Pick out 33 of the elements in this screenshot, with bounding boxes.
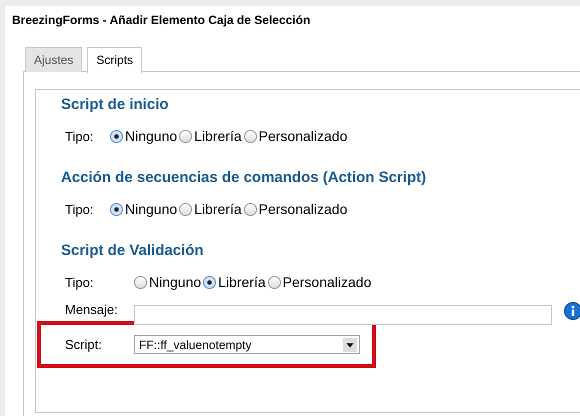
- radio-button[interactable]: [244, 130, 257, 142]
- radio-label[interactable]: Personalizado: [258, 128, 348, 144]
- radio-button[interactable]: [268, 276, 281, 288]
- radio-button[interactable]: [110, 202, 123, 216]
- section-heading: Script de Validación: [61, 242, 205, 260]
- info-icon[interactable]: [564, 302, 580, 320]
- radio-button[interactable]: [244, 202, 257, 216]
- field-label: Mensaje:: [65, 302, 119, 317]
- radio-button[interactable]: [203, 276, 216, 288]
- section-heading: Script de inicio: [61, 96, 170, 114]
- radio-label[interactable]: Librería: [194, 128, 242, 144]
- field-label: Script:: [65, 337, 103, 352]
- radio-label[interactable]: Ninguno: [149, 274, 202, 290]
- tab[interactable]: Ajustes: [25, 47, 82, 72]
- type-label: Tipo:: [65, 128, 94, 144]
- radio-label[interactable]: Ninguno: [125, 201, 178, 217]
- radio-label[interactable]: Personalizado: [282, 274, 372, 290]
- window-title: BreezingForms - Añadir Elemento Caja de Selección: [12, 13, 312, 29]
- radio-label[interactable]: Personalizado: [258, 201, 348, 217]
- message-field[interactable]: [134, 305, 552, 325]
- caret-icon: [343, 338, 357, 352]
- section-heading: Acción de secuencias de comandos (Action Script): [61, 169, 428, 187]
- script-dropdown[interactable]: FF::ff_valuenotempty: [134, 335, 360, 354]
- radio-button[interactable]: [179, 202, 192, 216]
- radio-button[interactable]: [110, 130, 123, 142]
- radio-label[interactable]: Ninguno: [125, 128, 178, 144]
- radio-button[interactable]: [179, 130, 192, 142]
- tab[interactable]: Scripts: [87, 47, 142, 73]
- radio-label[interactable]: Librería: [218, 274, 266, 290]
- type-label: Tipo:: [65, 202, 94, 216]
- type-label: Tipo:: [65, 274, 94, 290]
- radio-label[interactable]: Librería: [194, 201, 242, 217]
- radio-button[interactable]: [134, 276, 147, 288]
